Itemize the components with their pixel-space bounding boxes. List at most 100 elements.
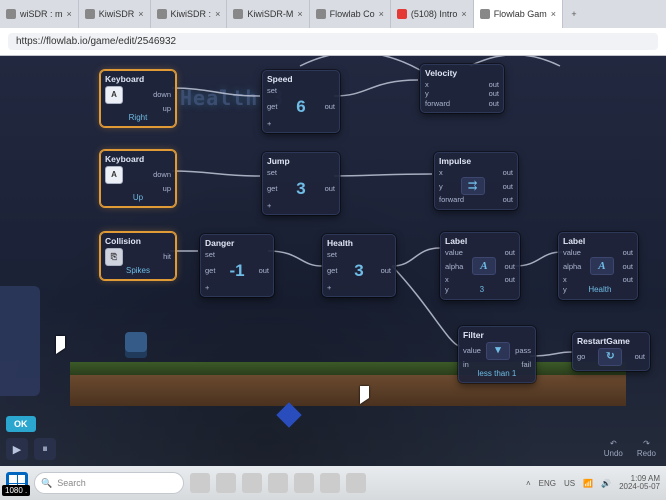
chevron-up-icon[interactable]: ˄: [526, 479, 531, 488]
port-x[interactable]: x: [563, 275, 567, 284]
explorer-icon[interactable]: [216, 473, 236, 493]
close-icon[interactable]: ×: [138, 9, 143, 19]
port-out[interactable]: out: [505, 262, 515, 271]
tab-3[interactable]: KiwiSDR-M×: [227, 0, 309, 28]
tab-5[interactable]: (5108) Intro×: [391, 0, 474, 28]
port-add[interactable]: +: [205, 283, 209, 292]
port-set[interactable]: set: [267, 86, 277, 95]
taskview-icon[interactable]: [190, 473, 210, 493]
port-forward[interactable]: forward: [425, 99, 450, 108]
port-up[interactable]: up: [163, 184, 171, 193]
port-out[interactable]: out: [325, 184, 335, 193]
port-x[interactable]: x: [439, 168, 443, 177]
port-set[interactable]: set: [327, 250, 337, 259]
app-icon[interactable]: [320, 473, 340, 493]
volume-icon[interactable]: 🔊: [601, 479, 611, 488]
taskbar-search[interactable]: 🔍 Search: [34, 472, 184, 494]
node-impulse[interactable]: Impulse xout y⇉out forwardout: [434, 152, 518, 210]
close-icon[interactable]: ×: [215, 9, 220, 19]
port-x[interactable]: x: [445, 275, 449, 284]
tab-1[interactable]: KiwiSDR×: [79, 0, 151, 28]
port-out[interactable]: out: [325, 102, 335, 111]
close-icon[interactable]: ×: [297, 9, 302, 19]
port-value[interactable]: value: [563, 248, 581, 257]
node-speed[interactable]: Speed set get6out +: [262, 70, 340, 133]
tray-clock[interactable]: 1:09 AM 2024-05-07: [619, 475, 660, 492]
play-button[interactable]: ▶: [6, 438, 28, 460]
flowlab-canvas[interactable]: Health 3 Keyboard Adown up Right Keyboar…: [0, 56, 666, 466]
close-icon[interactable]: ×: [461, 9, 466, 19]
port-out[interactable]: out: [489, 80, 499, 89]
node-danger[interactable]: Danger set get-1out +: [200, 234, 274, 297]
port-out[interactable]: out: [259, 266, 269, 275]
node-health[interactable]: Health set get3out +: [322, 234, 396, 297]
port-hit[interactable]: hit: [163, 252, 171, 261]
port-out[interactable]: out: [503, 168, 513, 177]
node-keyboard-right[interactable]: Keyboard Adown up Right: [100, 70, 176, 127]
port-up[interactable]: up: [163, 104, 171, 113]
port-y[interactable]: y: [425, 89, 429, 98]
tab-6[interactable]: Flowlab Gam×: [474, 0, 563, 28]
system-tray[interactable]: ˄ ENG US 📶 🔊 1:09 AM 2024-05-07: [526, 475, 660, 492]
ok-button[interactable]: OK: [6, 416, 36, 432]
close-icon[interactable]: ×: [67, 9, 72, 19]
port-y[interactable]: y: [563, 285, 567, 294]
port-set[interactable]: set: [267, 168, 277, 177]
port-out[interactable]: out: [489, 89, 499, 98]
port-out[interactable]: out: [623, 275, 633, 284]
tray-lang[interactable]: ENG: [539, 479, 556, 488]
node-label-1[interactable]: Label valueout alphaAout xout y3: [440, 232, 520, 300]
start-button[interactable]: [6, 472, 28, 494]
tab-2[interactable]: KiwiSDR :×: [151, 0, 228, 28]
port-x[interactable]: x: [425, 80, 429, 89]
port-add[interactable]: +: [267, 119, 271, 128]
node-jump[interactable]: Jump set get3out +: [262, 152, 340, 215]
tab-4[interactable]: Flowlab Co×: [310, 0, 391, 28]
node-label-2[interactable]: Label valueout alphaAout xout yHealth: [558, 232, 638, 300]
port-pass[interactable]: pass: [515, 346, 531, 355]
port-out[interactable]: out: [381, 266, 391, 275]
wifi-icon[interactable]: 📶: [583, 479, 593, 488]
new-tab-button[interactable]: +: [563, 0, 585, 28]
port-out[interactable]: out: [489, 99, 499, 108]
port-down[interactable]: down: [153, 170, 171, 179]
port-out[interactable]: out: [503, 182, 513, 191]
port-out[interactable]: out: [623, 262, 633, 271]
port-get[interactable]: get: [327, 266, 337, 275]
node-filter[interactable]: Filter value▾pass infail less than 1: [458, 326, 536, 383]
port-fail[interactable]: fail: [521, 360, 531, 369]
port-get[interactable]: get: [267, 102, 277, 111]
port-down[interactable]: down: [153, 90, 171, 99]
side-panel[interactable]: [0, 286, 40, 396]
port-get[interactable]: get: [205, 266, 215, 275]
port-add[interactable]: +: [267, 201, 271, 210]
port-out[interactable]: out: [503, 195, 513, 204]
app-icon[interactable]: [294, 473, 314, 493]
port-forward[interactable]: forward: [439, 195, 464, 204]
node-keyboard-up[interactable]: Keyboard Adown up Up: [100, 150, 176, 207]
port-y[interactable]: y: [445, 285, 449, 294]
tab-0[interactable]: wiSDR : m×: [0, 0, 79, 28]
port-in[interactable]: in: [463, 360, 469, 369]
node-collision[interactable]: Collision ⎘hit Spikes: [100, 232, 176, 280]
undo-button[interactable]: ↶Undo: [604, 439, 623, 458]
port-out[interactable]: out: [505, 275, 515, 284]
close-icon[interactable]: ×: [551, 9, 556, 19]
address-bar[interactable]: https://flowlab.io/game/edit/2546932: [8, 33, 658, 50]
port-value[interactable]: value: [463, 346, 481, 355]
node-restartgame[interactable]: RestartGame go↻out: [572, 332, 650, 371]
port-out[interactable]: out: [623, 248, 633, 257]
app-icon[interactable]: [346, 473, 366, 493]
port-add[interactable]: +: [327, 283, 331, 292]
redo-button[interactable]: ↷Redo: [637, 439, 656, 458]
port-go[interactable]: go: [577, 352, 585, 361]
pause-button[interactable]: ⏸: [34, 438, 56, 460]
close-icon[interactable]: ×: [379, 9, 384, 19]
port-alpha[interactable]: alpha: [563, 262, 581, 271]
edge-icon[interactable]: [242, 473, 262, 493]
port-set[interactable]: set: [205, 250, 215, 259]
port-y[interactable]: y: [439, 182, 443, 191]
store-icon[interactable]: [268, 473, 288, 493]
port-out[interactable]: out: [505, 248, 515, 257]
node-velocity[interactable]: Velocity xout yout forwardout: [420, 64, 504, 113]
